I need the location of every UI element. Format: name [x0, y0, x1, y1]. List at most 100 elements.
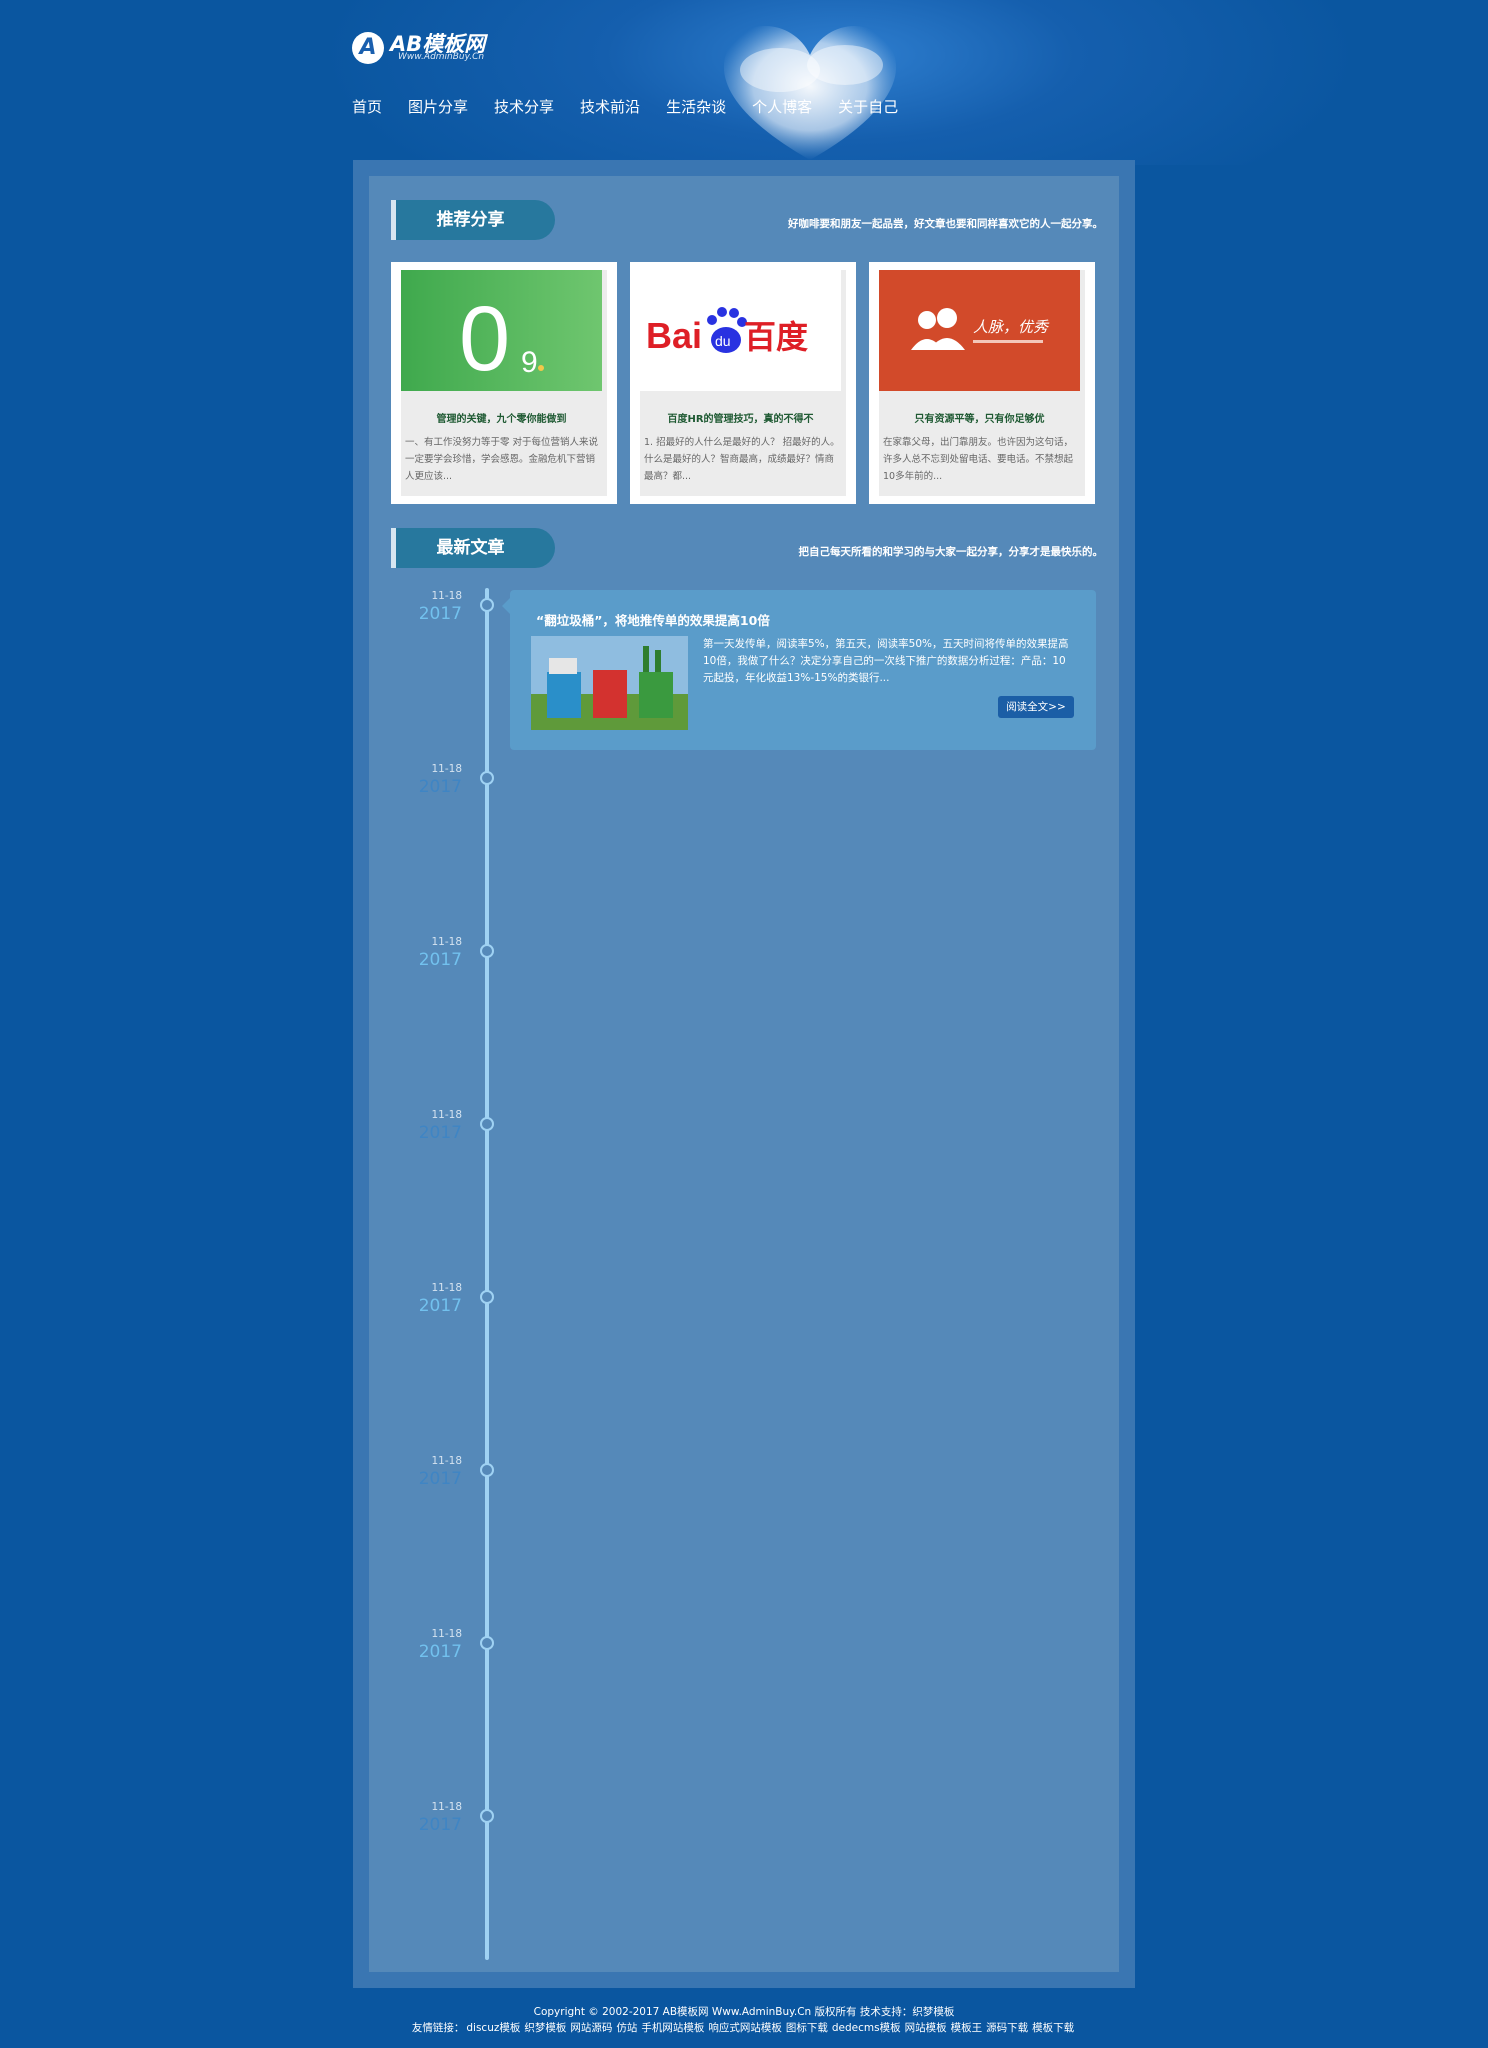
- article-title[interactable]: “翻垃圾桶”，将地推传单的效果提高10倍: [536, 610, 770, 629]
- recommend-card[interactable]: Bai du 百度 百度HR的管理技巧，真的不得不 1. 招最好的人什么是最好的…: [630, 262, 856, 504]
- site-footer: Copyright © 2002-2017 AB模板网 Www.AdminBuy…: [0, 2004, 1488, 2036]
- card-description: 1. 招最好的人什么是最好的人？ 招最好的人。什么是最好的人？智商最高，成绩最好…: [644, 437, 840, 482]
- nav-item-blog[interactable]: 个人博客: [752, 96, 812, 117]
- timeline-date: 11-18 2017: [395, 590, 495, 630]
- date-year: 2017: [418, 950, 462, 970]
- date-year: 2017: [418, 1123, 462, 1143]
- friend-link[interactable]: 手机网站模板: [641, 2022, 704, 2034]
- card-body: Bai du 百度 百度HR的管理技巧，真的不得不 1. 招最好的人什么是最好的…: [640, 270, 846, 496]
- recommend-card[interactable]: 0 9 管理的关键，九个零你能做到 一、有工作没努力等于零 对于每位营销人来说一…: [391, 262, 617, 504]
- card-image-text: 人脉，优秀: [973, 318, 1050, 336]
- friend-link[interactable]: 模板下载: [1032, 2022, 1074, 2034]
- timeline-dot: [480, 598, 494, 612]
- timeline-dot: [480, 1290, 494, 1304]
- recommend-section-header: 推荐分享 好咖啡要和朋友一起品尝，好文章也要和同样喜欢它的人一起分享。: [391, 200, 1103, 240]
- section-tab: 最新文章: [391, 528, 555, 568]
- section-tagline: 好咖啡要和朋友一起品尝，好文章也要和同样喜欢它的人一起分享。: [788, 218, 1103, 230]
- date-month-day: 11-18: [431, 590, 462, 602]
- site-header: A AB模板网 Www.AdminBuy.Cn 首页 图片分享 技术分享 技术前…: [0, 0, 1488, 165]
- friend-link[interactable]: 织梦模板: [524, 2022, 566, 2034]
- date-month-day: 11-18: [431, 1109, 462, 1121]
- date-year: 2017: [418, 1642, 462, 1662]
- timeline-dot: [480, 1463, 494, 1477]
- article-excerpt: 第一天发传单，阅读率5%，第五天，阅读率50%，五天时间将传单的效果提高10倍，…: [703, 638, 1069, 684]
- timeline-dot: [480, 1636, 494, 1650]
- card-title[interactable]: 管理的关键，九个零你能做到: [401, 410, 602, 425]
- timeline-dot: [480, 1117, 494, 1131]
- copyright-text: Copyright © 2002-2017 AB模板网 Www.AdminBuy…: [533, 2006, 955, 2018]
- timeline-date: 11-18 2017: [395, 936, 495, 976]
- network-people-graphic: 人脉，优秀: [911, 308, 1050, 350]
- nav-item-tech-share[interactable]: 技术分享: [494, 96, 554, 117]
- friend-link[interactable]: 模板王: [951, 2022, 983, 2034]
- content-frame: 推荐分享 好咖啡要和朋友一起品尝，好文章也要和同样喜欢它的人一起分享。 0 9 …: [353, 160, 1135, 1988]
- card-description: 在家靠父母，出门靠朋友。也许因为这句话，许多人总不忘到处留电话、要电话。不禁想起…: [883, 437, 1074, 482]
- card-image-text: 0: [459, 288, 510, 390]
- card-body: 0 9 管理的关键，九个零你能做到 一、有工作没努力等于零 对于每位营销人来说一…: [401, 270, 607, 496]
- timeline-date: 11-18 2017: [395, 1801, 495, 1841]
- card-title[interactable]: 只有资源平等，只有你足够优: [879, 410, 1080, 425]
- section-title: 推荐分享: [436, 210, 505, 230]
- date-year: 2017: [418, 1296, 462, 1316]
- friend-link[interactable]: 网站源码: [570, 2022, 612, 2034]
- nav-item-about[interactable]: 关于自己: [838, 96, 898, 117]
- card-image[interactable]: 人脉，优秀: [879, 270, 1080, 391]
- baidu-text-right: 百度: [744, 318, 808, 356]
- logo-subtitle: Www.AdminBuy.Cn: [398, 52, 485, 62]
- card-image[interactable]: Bai du 百度: [640, 270, 841, 391]
- friend-link[interactable]: 响应式网站模板: [708, 2022, 782, 2034]
- timeline-dot: [480, 1809, 494, 1823]
- recommend-card[interactable]: 人脉，优秀 只有资源平等，只有你足够优 在家靠父母，出门靠朋友。也许因为这句话，…: [869, 262, 1095, 504]
- date-year: 2017: [418, 1815, 462, 1835]
- date-year: 2017: [418, 604, 462, 624]
- article-card: “翻垃圾桶”，将地推传单的效果提高10倍 第一天发传单，阅读率5%，第五天，阅读…: [502, 590, 1096, 750]
- timeline-date: 11-18 2017: [395, 1282, 495, 1322]
- article-card-pointer: [502, 598, 510, 614]
- card-title[interactable]: 百度HR的管理技巧，真的不得不: [640, 410, 841, 425]
- friend-links: 友情链接： discuz模板 织梦模板 网站源码 仿站 手机网站模板 响应式网站模板 图标下载…: [0, 2020, 1488, 2036]
- timeline-date: 11-18 2017: [395, 763, 495, 803]
- article-image[interactable]: [531, 636, 688, 730]
- timeline-dot: [480, 771, 494, 785]
- zero-nine-graphic: 0 9: [459, 288, 544, 390]
- date-month-day: 11-18: [431, 763, 462, 775]
- date-year: 2017: [418, 1469, 462, 1489]
- nav-item-life[interactable]: 生活杂谈: [666, 96, 726, 117]
- timeline-date: 11-18 2017: [395, 1455, 495, 1495]
- section-tab: 推荐分享: [391, 200, 555, 240]
- timeline-date: 11-18 2017: [395, 1628, 495, 1668]
- nav-item-image-share[interactable]: 图片分享: [408, 96, 468, 117]
- friend-link[interactable]: 源码下载: [986, 2022, 1028, 2034]
- content-panel: 推荐分享 好咖啡要和朋友一起品尝，好文章也要和同样喜欢它的人一起分享。 0 9 …: [369, 176, 1119, 1972]
- friend-link[interactable]: dedecms模板: [832, 2022, 901, 2034]
- card-body: 人脉，优秀 只有资源平等，只有你足够优 在家靠父母，出门靠朋友。也许因为这句话，…: [879, 270, 1085, 496]
- friend-link[interactable]: 网站模板: [905, 2022, 947, 2034]
- section-title: 最新文章: [436, 538, 505, 558]
- date-month-day: 11-18: [431, 1801, 462, 1813]
- main-nav: 首页 图片分享 技术分享 技术前沿 生活杂谈 个人博客 关于自己: [352, 96, 924, 117]
- recycle-bins-graphic: [531, 636, 688, 730]
- friend-link[interactable]: 图标下载: [786, 2022, 828, 2034]
- card-image-subtext: 9: [521, 346, 538, 379]
- baidu-text-left: Bai: [646, 315, 702, 356]
- nav-item-tech-frontier[interactable]: 技术前沿: [580, 96, 640, 117]
- logo-icon: A: [352, 32, 384, 64]
- friend-links-label: 友情链接：: [411, 2022, 465, 2034]
- nav-item-home[interactable]: 首页: [352, 96, 382, 117]
- card-image[interactable]: 0 9: [401, 270, 602, 391]
- date-month-day: 11-18: [431, 936, 462, 948]
- date-month-day: 11-18: [431, 1282, 462, 1294]
- date-month-day: 11-18: [431, 1628, 462, 1640]
- read-more-button[interactable]: 阅读全文>>: [998, 696, 1074, 718]
- friend-link[interactable]: discuz模板: [466, 2022, 520, 2034]
- friend-link[interactable]: 仿站: [616, 2022, 637, 2034]
- timeline-dot: [480, 944, 494, 958]
- heart-cloud-banner: [723, 25, 897, 161]
- latest-section-header: 最新文章 把自己每天所看的和学习的与大家一起分享，分享才是最快乐的。: [391, 528, 1103, 568]
- date-month-day: 11-18: [431, 1455, 462, 1467]
- baidu-logo-graphic: Bai du 百度: [646, 307, 808, 356]
- card-description: 一、有工作没努力等于零 对于每位营销人来说一定要学会珍惜，学会感恩。金融危机下营…: [405, 437, 599, 482]
- recommend-cards: 0 9 管理的关键，九个零你能做到 一、有工作没努力等于零 对于每位营销人来说一…: [391, 262, 1103, 504]
- date-year: 2017: [418, 777, 462, 797]
- baidu-text-mid: du: [715, 333, 731, 349]
